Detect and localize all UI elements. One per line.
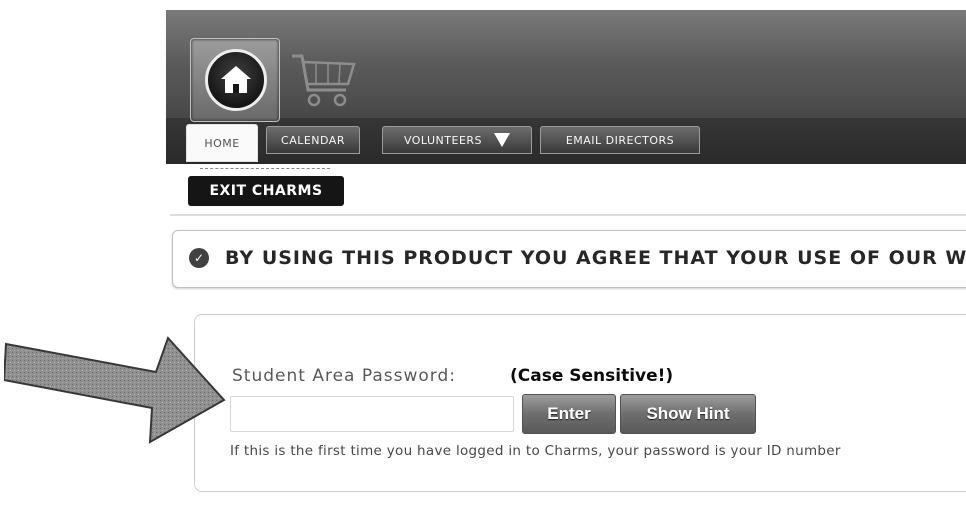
tab-email-directors-label: EMAIL DIRECTORS <box>565 133 675 147</box>
home-icon[interactable] <box>205 49 267 111</box>
case-sensitive-note: (Case Sensitive!) <box>510 366 674 386</box>
show-hint-button[interactable]: Show Hint <box>620 394 756 434</box>
check-circle-icon: ✓ <box>189 248 209 268</box>
dropdown-arrow-icon[interactable] <box>494 133 511 147</box>
tab-email-directors[interactable]: EMAIL DIRECTORS <box>540 126 700 154</box>
notice-text: BY USING THIS PRODUCT YOU AGREE THAT YOU… <box>225 247 966 269</box>
exit-charms-button[interactable]: EXIT CHARMS <box>188 176 344 206</box>
pointer-arrow-icon <box>2 336 228 450</box>
home-tile[interactable] <box>190 38 280 122</box>
help-text: If this is the first time you have logge… <box>230 443 841 459</box>
tab-calendar[interactable]: CALENDAR <box>266 126 360 154</box>
tab-calendar-label: CALENDAR <box>281 133 345 147</box>
agreement-notice: ✓ BY USING THIS PRODUCT YOU AGREE THAT Y… <box>172 230 966 288</box>
divider <box>170 214 966 216</box>
enter-button[interactable]: Enter <box>522 394 616 434</box>
password-input[interactable] <box>230 396 514 432</box>
divider <box>200 168 330 172</box>
tab-home-label: HOME <box>204 137 240 150</box>
password-label: Student Area Password: <box>232 366 456 386</box>
tab-home[interactable]: HOME <box>186 124 258 162</box>
tab-volunteers-label: VOLUNTEERS <box>403 133 483 147</box>
tab-volunteers[interactable]: VOLUNTEERS <box>382 126 532 154</box>
shopping-cart-icon[interactable] <box>288 50 360 116</box>
